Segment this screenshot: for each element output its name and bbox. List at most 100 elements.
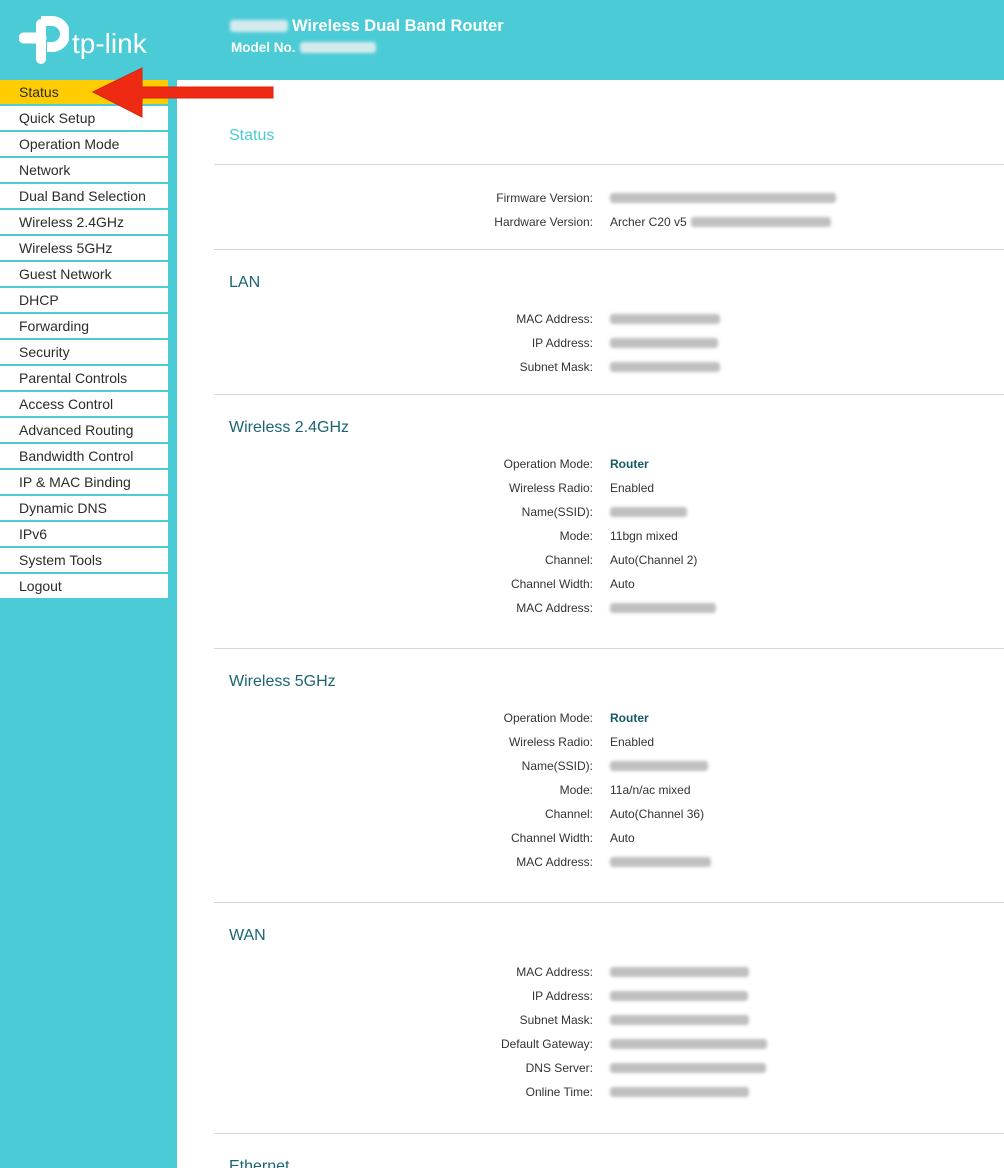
info-row-online-time: Online Time: — [214, 1080, 1004, 1104]
section-title: Wireless 2.4GHz — [229, 419, 350, 436]
sidebar-item-parental-controls[interactable]: Parental Controls — [0, 366, 168, 390]
info-row-ip-address: IP Address: — [214, 331, 1004, 355]
lan-section: LAN MAC Address: IP Address: Subnet Mask… — [214, 250, 1004, 395]
sidebar-item-wireless-5ghz[interactable]: Wireless 5GHz — [0, 236, 168, 260]
field-label: DNS Server: — [525, 1061, 593, 1075]
sidebar-menu: Status Quick Setup Operation Mode Networ… — [0, 80, 177, 1168]
status-page: Status Firmware Version: Hardware Versio… — [214, 80, 1004, 1168]
field-value — [610, 991, 748, 1001]
info-row-mac-address: MAC Address: — [214, 960, 1004, 984]
redacted-value — [610, 362, 720, 372]
wan-section: WAN MAC Address: IP Address: Subnet Mask… — [214, 903, 1004, 1134]
field-label: Subnet Mask: — [519, 360, 593, 374]
sidebar-item-guest-network[interactable]: Guest Network — [0, 262, 168, 286]
field-label: Wireless Radio: — [508, 735, 593, 749]
sidebar-item-advanced-routing[interactable]: Advanced Routing — [0, 418, 168, 442]
sidebar-item-logout[interactable]: Logout — [0, 574, 168, 598]
info-row-mode: Mode: 11bgn mixed — [214, 524, 1004, 548]
wireless-5ghz-section: Wireless 5GHz Operation Mode: Router Wir… — [214, 649, 1004, 903]
field-label: Channel Width: — [510, 831, 593, 845]
field-value: Auto — [610, 577, 635, 591]
redacted-value — [610, 967, 749, 977]
info-row-channel: Channel: Auto(Channel 2) — [214, 548, 1004, 572]
field-value — [610, 507, 687, 517]
sidebar-item-security[interactable]: Security — [0, 340, 168, 364]
field-label: Operation Mode: — [503, 457, 593, 471]
section-title: LAN — [229, 274, 261, 291]
redacted-value — [690, 217, 831, 227]
info-row-dns-server: DNS Server: — [214, 1056, 1004, 1080]
main-content: Status Firmware Version: Hardware Versio… — [177, 80, 1004, 1168]
info-row-channel-width: Channel Width: Auto — [214, 572, 1004, 596]
device-title-text: Wireless Dual Band Router — [292, 16, 504, 35]
sidebar-item-quick-setup[interactable]: Quick Setup — [0, 106, 168, 130]
field-value-text: Archer C20 v5 — [610, 215, 687, 229]
sidebar-item-status[interactable]: Status — [0, 80, 168, 104]
field-label: Operation Mode: — [503, 711, 593, 725]
sidebar-item-system-tools[interactable]: System Tools — [0, 548, 168, 572]
info-row-operation-mode: Operation Mode: Router — [214, 452, 1004, 476]
model-number: Model No. — [231, 39, 376, 55]
field-label: Channel: — [544, 553, 593, 567]
redacted-value — [610, 338, 718, 348]
field-label: Hardware Version: — [494, 215, 593, 229]
info-row-default-gateway: Default Gateway: — [214, 1032, 1004, 1056]
field-value: Auto(Channel 2) — [610, 553, 698, 567]
redacted-value — [610, 1087, 749, 1097]
info-row-ssid: Name(SSID): — [214, 754, 1004, 778]
field-label: MAC Address: — [516, 855, 593, 869]
sidebar-item-network[interactable]: Network — [0, 158, 168, 182]
info-row-mac-address: MAC Address: — [214, 596, 1004, 620]
field-label: MAC Address: — [516, 312, 593, 326]
field-value: Archer C20 v5 — [610, 215, 831, 229]
model-label: Model No. — [231, 39, 296, 55]
field-value — [610, 761, 708, 771]
sidebar-item-dual-band-selection[interactable]: Dual Band Selection — [0, 184, 168, 208]
info-row-subnet-mask: Subnet Mask: — [214, 355, 1004, 379]
logo-text: tp-link — [72, 28, 147, 59]
redacted-value — [610, 1063, 766, 1073]
redacted-value — [610, 314, 720, 324]
section-title: WAN — [229, 927, 266, 944]
sidebar-item-ipv6[interactable]: IPv6 — [0, 522, 168, 546]
field-value: Enabled — [610, 481, 655, 495]
info-row-mode: Mode: 11a/n/ac mixed — [214, 778, 1004, 802]
info-row-hardware-version: Hardware Version: Archer C20 v5 — [214, 210, 1004, 234]
field-value — [610, 338, 718, 348]
field-label: Wireless Radio: — [508, 481, 593, 495]
field-value — [610, 1063, 766, 1073]
field-value — [610, 967, 749, 977]
sidebar-item-dhcp[interactable]: DHCP — [0, 288, 168, 312]
top-header: tp-link Wireless Dual Band Router Model … — [0, 0, 1004, 80]
info-row-mac-address: MAC Address: — [214, 307, 1004, 331]
sidebar-item-ip-mac-binding[interactable]: IP & MAC Binding — [0, 470, 168, 494]
page-title: Status — [214, 80, 1004, 165]
info-row-ssid: Name(SSID): — [214, 500, 1004, 524]
sidebar-item-access-control[interactable]: Access Control — [0, 392, 168, 416]
field-value — [610, 362, 720, 372]
field-value: Auto(Channel 36) — [610, 807, 705, 821]
field-value — [610, 857, 711, 867]
field-value: Router — [610, 457, 649, 471]
info-row-channel-width: Channel Width: Auto — [214, 826, 1004, 850]
redacted-value — [610, 603, 716, 613]
redacted-value — [299, 41, 376, 53]
sidebar-item-bandwidth-control[interactable]: Bandwidth Control — [0, 444, 168, 468]
field-value: 11a/n/ac mixed — [610, 783, 691, 797]
wireless-24ghz-section: Wireless 2.4GHz Operation Mode: Router W… — [214, 395, 1004, 649]
field-value — [610, 1015, 749, 1025]
redacted-value — [610, 507, 687, 517]
field-value — [610, 1039, 767, 1049]
redacted-value — [610, 1039, 767, 1049]
redacted-value — [230, 20, 288, 32]
field-label: Online Time: — [525, 1085, 593, 1099]
field-label: Name(SSID): — [521, 505, 593, 519]
field-label: Channel Width: — [510, 577, 593, 591]
sidebar-item-dynamic-dns[interactable]: Dynamic DNS — [0, 496, 168, 520]
sidebar-item-forwarding[interactable]: Forwarding — [0, 314, 168, 338]
field-label: IP Address: — [531, 336, 593, 350]
field-label: IP Address: — [531, 989, 593, 1003]
sidebar-item-operation-mode[interactable]: Operation Mode — [0, 132, 168, 156]
sidebar-item-wireless-24ghz[interactable]: Wireless 2.4GHz — [0, 210, 168, 234]
field-value: 11bgn mixed — [610, 529, 678, 543]
